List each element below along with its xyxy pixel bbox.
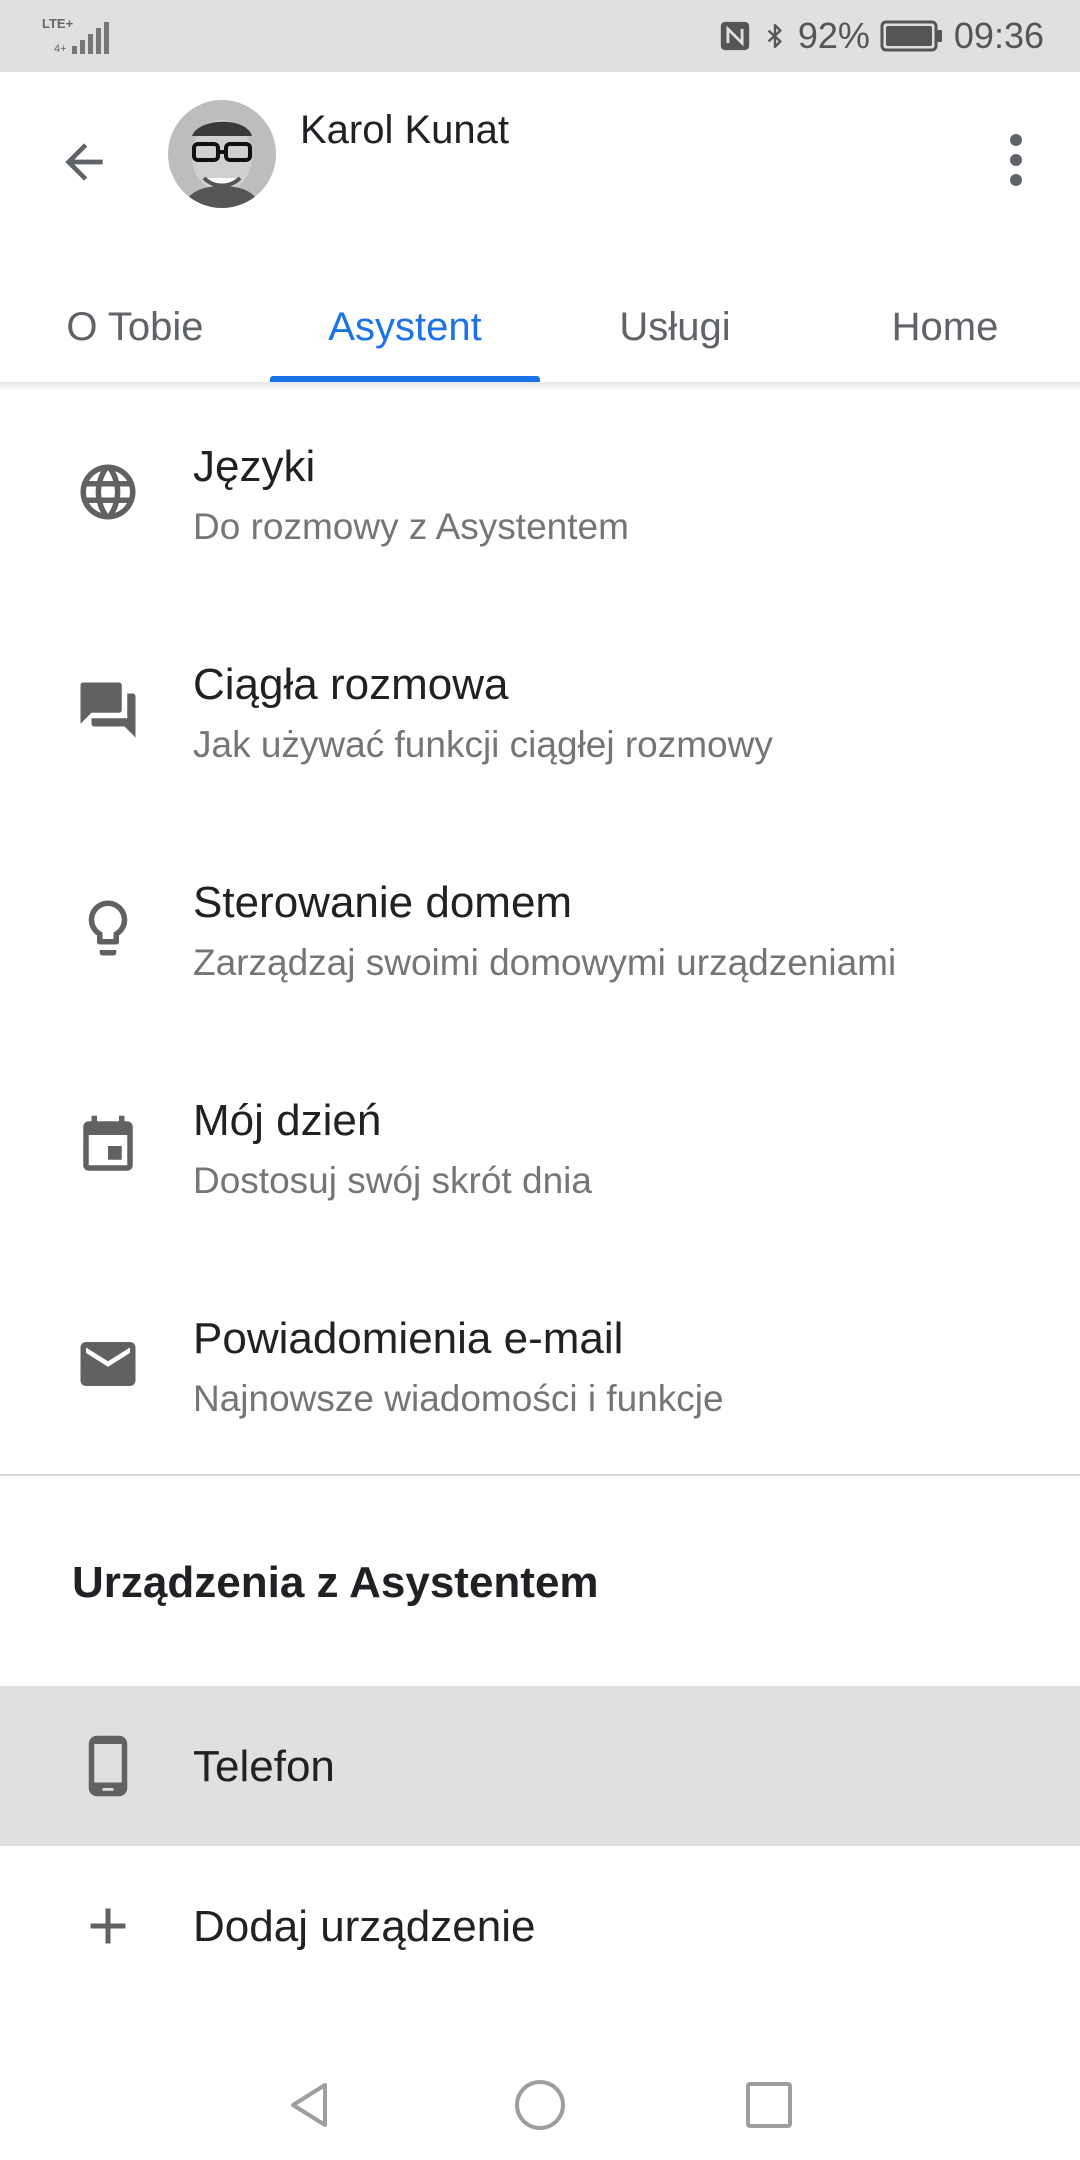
nav-back-icon [291,2083,327,2127]
lightbulb-icon [72,892,144,964]
status-bar: LTE+ 4+ 92% 09:36 [0,0,1080,72]
setting-subtitle: Najnowsze wiadomości i funkcje [193,1378,724,1419]
nav-recents-icon [746,2082,792,2128]
setting-title: Powiadomienia e-mail [193,1314,624,1363]
more-options-button[interactable] [992,124,1040,196]
setting-subtitle: Zarządzaj swoimi domowymi urządzeniami [193,942,897,983]
setting-my-day[interactable]: Mój dzień Dostosuj swój skrót dnia [0,1040,1080,1258]
signal-icon: LTE+ 4+ [42,16,109,55]
nav-home-icon [515,2080,565,2130]
arrow-back-icon [65,143,103,181]
battery-icon [880,20,942,52]
nav-recents-button[interactable] [724,2060,814,2150]
back-button[interactable] [44,122,124,202]
phone-icon [72,1730,144,1802]
plus-icon [72,1890,144,1962]
setting-title: Sterowanie domem [193,878,573,927]
profile-photo-icon [168,100,276,208]
device-item-phone[interactable]: Telefon [0,1686,1080,1846]
setting-subtitle: Do rozmowy z Asystentem [193,506,629,547]
device-label: Telefon [193,1742,335,1791]
svg-text:4+: 4+ [54,43,67,55]
bluetooth-icon [767,23,782,49]
nav-home-button[interactable] [495,2060,585,2150]
setting-home-control[interactable]: Sterowanie domem Zarządzaj swoimi domowy… [0,822,1080,1040]
setting-title: Mój dzień [193,1096,382,1145]
avatar[interactable] [168,100,276,208]
calendar-icon [72,1110,144,1182]
nfc-icon [720,21,750,51]
globe-icon [72,456,144,528]
assistant-settings-list: Języki Do rozmowy z Asystentem Ciągła ro… [0,386,1080,1476]
setting-continued-conversation[interactable]: Ciągła rozmowa Jak używać funkcji ciągłe… [0,604,1080,822]
devices-section-title: Urządzenia z Asystentem [72,1558,599,1607]
setting-subtitle: Jak używać funkcji ciągłej rozmowy [193,724,773,765]
network-indicator: LTE+ 4+ [42,14,112,58]
tab-o-tobie[interactable]: O Tobie [0,272,270,382]
add-device-button[interactable]: Dodaj urządzenie [0,1846,1080,2006]
email-icon [72,1328,144,1400]
clock: 09:36 [953,15,1044,56]
section-divider [0,1474,1080,1476]
app-header: Karol Kunat O Tobie Asystent Usługi Home [0,72,1080,382]
setting-subtitle: Dostosuj swój skrót dnia [193,1160,592,1201]
system-nav-bar [0,2040,1080,2160]
setting-title: Ciągła rozmowa [193,660,509,709]
setting-email-notifications[interactable]: Powiadomienia e-mail Najnowsze wiadomośc… [0,1258,1080,1476]
setting-title: Języki [193,442,316,491]
nav-back-button[interactable] [264,2060,354,2150]
battery-percent: 92% [797,15,870,56]
user-name: Karol Kunat [300,108,510,152]
tab-home[interactable]: Home [810,272,1080,382]
add-device-label: Dodaj urządzenie [193,1902,536,1951]
tab-asystent[interactable]: Asystent [270,272,540,382]
network-type-text: LTE+ [42,16,74,31]
setting-languages[interactable]: Języki Do rozmowy z Asystentem [0,386,1080,604]
more-vert-icon [1010,134,1022,186]
tab-bar: O Tobie Asystent Usługi Home [0,272,1080,382]
tab-uslugi[interactable]: Usługi [540,272,810,382]
chat-icon [72,674,144,746]
status-icons: 92% 09:36 [718,0,1044,72]
